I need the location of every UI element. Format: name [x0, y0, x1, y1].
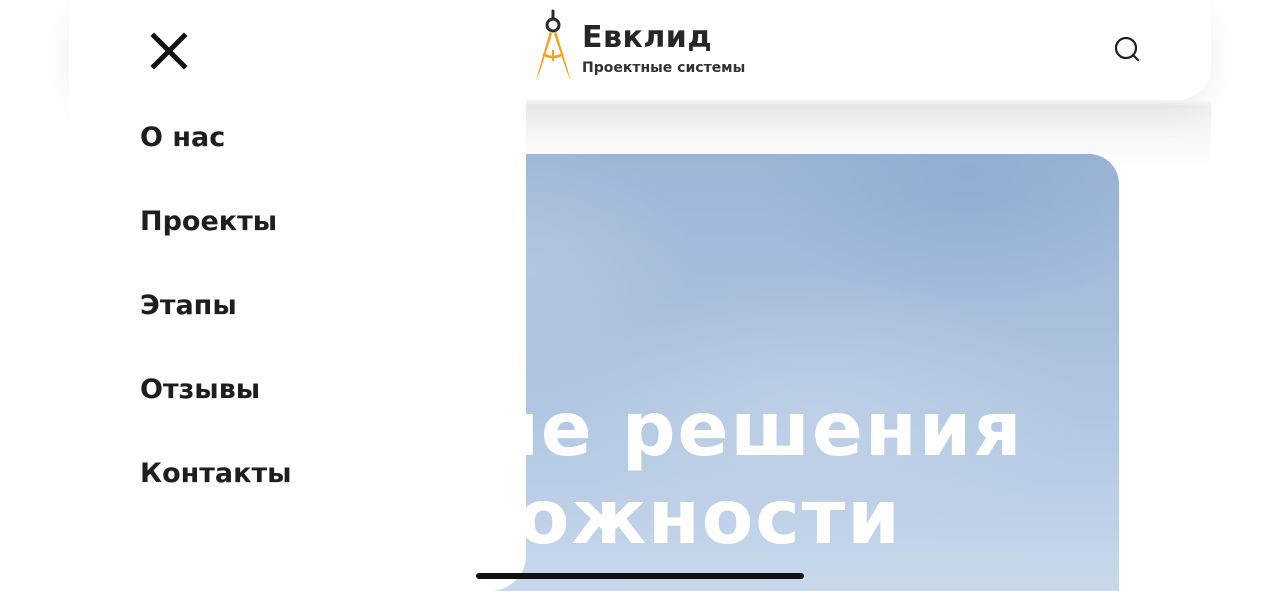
search-icon	[1114, 36, 1140, 62]
home-indicator[interactable]	[476, 573, 804, 579]
menu-item-reviews[interactable]: Отзывы	[140, 368, 292, 452]
side-menu-drawer: О нас Проекты Этапы Отзывы Контакты	[69, 0, 526, 591]
compass-icon	[536, 9, 571, 81]
menu-item-about[interactable]: О нас	[140, 116, 292, 200]
search-button[interactable]	[1112, 34, 1142, 64]
page: Евклид Проектные системы Проектные решен…	[0, 0, 1280, 591]
menu-item-contacts[interactable]: Контакты	[140, 452, 292, 536]
close-icon	[150, 32, 188, 70]
logo-link[interactable]: Евклид Проектные системы	[530, 9, 770, 83]
menu-item-stages[interactable]: Этапы	[140, 284, 292, 368]
menu-item-projects[interactable]: Проекты	[140, 200, 292, 284]
close-menu-button[interactable]	[149, 31, 189, 71]
logo-subtitle: Проектные системы	[582, 60, 746, 76]
menu-list: О нас Проекты Этапы Отзывы Контакты	[140, 116, 292, 536]
logo-name: Евклид	[582, 20, 713, 55]
